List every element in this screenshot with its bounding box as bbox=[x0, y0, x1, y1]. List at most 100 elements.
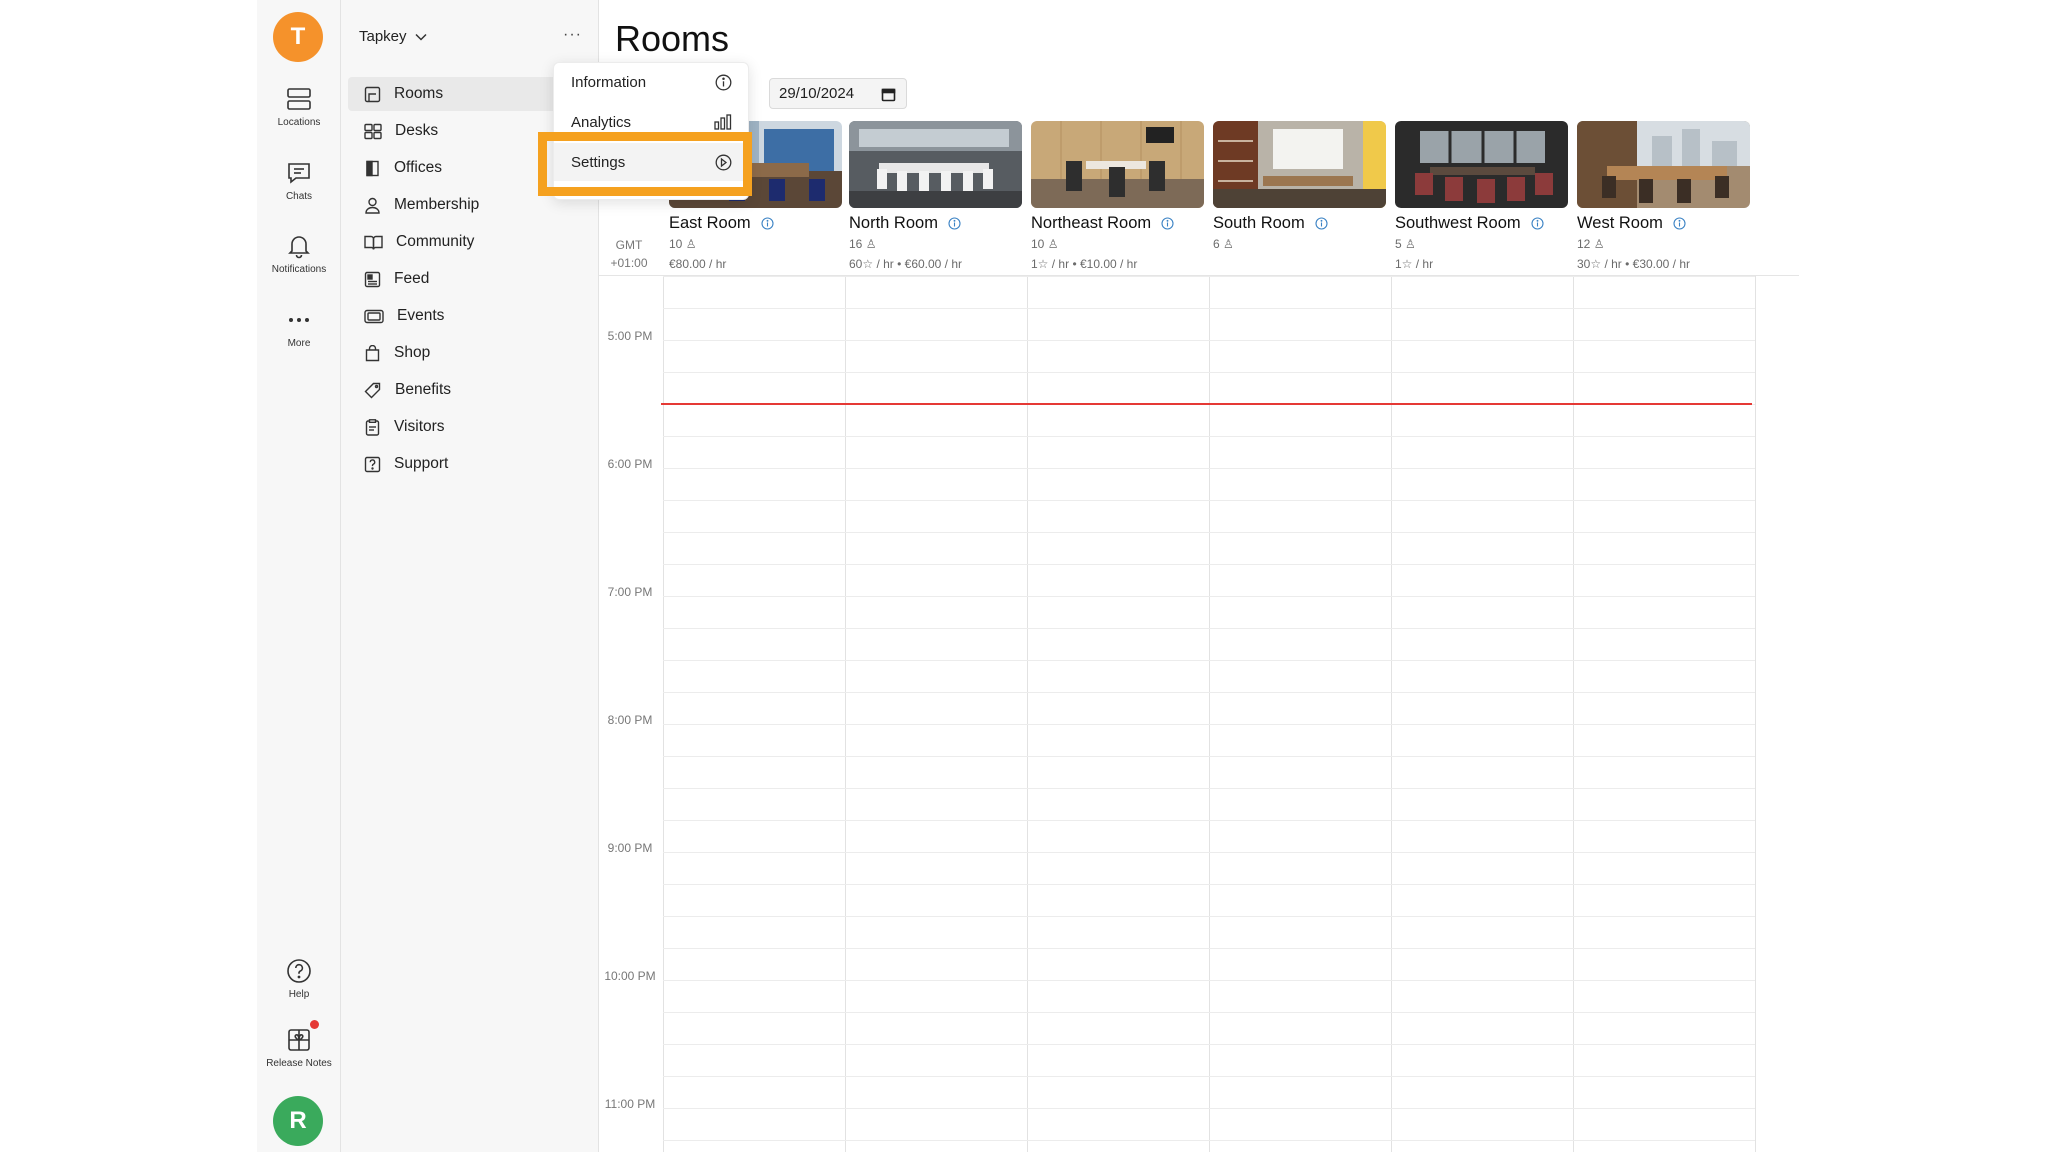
clipboard-icon bbox=[365, 418, 380, 436]
support-icon bbox=[364, 456, 381, 472]
workspace-name: Tapkey bbox=[359, 28, 407, 45]
room-price: 1☆ / hr bbox=[1395, 257, 1434, 271]
workspace-more-button[interactable]: ··· bbox=[563, 26, 582, 44]
rail-label: Locations bbox=[277, 117, 321, 128]
help-icon bbox=[287, 959, 311, 983]
nav-label: Rooms bbox=[394, 85, 444, 102]
room-photo[interactable] bbox=[1031, 121, 1204, 208]
time-label: 5:00 PM bbox=[607, 329, 653, 343]
room-price: 1☆ / hr • €10.00 / hr bbox=[1031, 257, 1138, 271]
room-name: South Room bbox=[1213, 214, 1305, 232]
locations-icon bbox=[287, 88, 311, 110]
time-label: 10:00 PM bbox=[604, 969, 656, 983]
nav-label: Events bbox=[397, 307, 445, 324]
nav-label: Community bbox=[396, 233, 475, 250]
room-photo[interactable] bbox=[1395, 121, 1568, 208]
person-icon bbox=[365, 197, 380, 214]
room-name: North Room bbox=[849, 214, 938, 232]
rail-label: Chats bbox=[285, 191, 313, 202]
nav-item-feed[interactable]: Feed bbox=[348, 262, 590, 296]
date-value: 29/10/2024 bbox=[779, 85, 855, 102]
ticket-icon bbox=[364, 309, 384, 323]
room-name: East Room bbox=[669, 214, 751, 232]
nav-label: Feed bbox=[394, 270, 430, 287]
room-name: West Room bbox=[1577, 214, 1663, 232]
person-icon: ♙ bbox=[865, 237, 877, 251]
calendar-grid[interactable]: 5:00 PM 6:00 PM 7:00 PM 8:00 PM 9:00 PM … bbox=[599, 275, 1799, 1152]
info-icon bbox=[715, 74, 732, 90]
chat-icon bbox=[288, 163, 310, 184]
room-capacity: 10 bbox=[1031, 237, 1045, 251]
release-notes-badge bbox=[310, 1020, 319, 1029]
room-column-northeast[interactable]: Northeast Room 10 ♙ 1☆ / hr • €10.00 / h… bbox=[1031, 121, 1206, 273]
workspace-switcher[interactable]: Tapkey bbox=[359, 28, 427, 45]
room-column-north[interactable]: North Room 16 ♙ 60☆ / hr • €60.00 / hr bbox=[849, 121, 1024, 273]
nav-item-shop[interactable]: Shop bbox=[348, 336, 590, 370]
room-price: €80.00 / hr bbox=[669, 257, 727, 271]
workspace-avatar[interactable]: T bbox=[273, 12, 323, 62]
room-photo[interactable] bbox=[849, 121, 1022, 208]
info-icon[interactable] bbox=[761, 217, 774, 230]
nav-item-community[interactable]: Community bbox=[348, 225, 590, 259]
nav-label: Shop bbox=[394, 344, 431, 361]
nav-item-benefits[interactable]: Benefits bbox=[348, 373, 590, 407]
timezone-label: GMT +01:00 bbox=[604, 236, 654, 272]
door-icon bbox=[366, 160, 379, 176]
timezone-name: GMT bbox=[615, 238, 643, 252]
info-icon[interactable] bbox=[948, 217, 961, 230]
nav-item-events[interactable]: Events bbox=[348, 299, 590, 333]
rail-item-release-notes[interactable]: Release Notes bbox=[257, 1027, 341, 1069]
info-icon[interactable] bbox=[1161, 217, 1174, 230]
room-price: 30☆ / hr • €30.00 / hr bbox=[1577, 257, 1691, 271]
rail-label: Release Notes bbox=[266, 1058, 332, 1069]
date-picker[interactable]: 29/10/2024 bbox=[769, 78, 907, 109]
main-content: Rooms 29/10/2024 East Room 10 ♙ €80.00 /… bbox=[599, 0, 2048, 1152]
room-column-west[interactable]: West Room 12 ♙ 30☆ / hr • €30.00 / hr bbox=[1577, 121, 1752, 273]
info-icon[interactable] bbox=[1673, 217, 1686, 230]
room-column-southwest[interactable]: Southwest Room 5 ♙ 1☆ / hr bbox=[1395, 121, 1570, 273]
time-label: 6:00 PM bbox=[607, 457, 653, 471]
person-icon: ♙ bbox=[1593, 237, 1605, 251]
bar-chart-icon bbox=[714, 114, 732, 130]
nav-item-support[interactable]: Support bbox=[348, 447, 590, 481]
room-photo[interactable] bbox=[1577, 121, 1750, 208]
nav-label: Benefits bbox=[395, 381, 452, 398]
tag-icon bbox=[364, 382, 381, 398]
room-photo[interactable] bbox=[1213, 121, 1386, 208]
rail-item-locations[interactable]: Locations bbox=[257, 86, 341, 128]
desks-icon bbox=[364, 123, 382, 139]
menu-item-information[interactable]: Information bbox=[554, 63, 750, 101]
gift-icon bbox=[288, 1029, 310, 1051]
person-icon: ♙ bbox=[1405, 237, 1416, 251]
room-column-south[interactable]: South Room 6 ♙ bbox=[1213, 121, 1388, 256]
nav-item-visitors[interactable]: Visitors bbox=[348, 410, 590, 444]
rail-item-notifications[interactable]: Notifications bbox=[257, 233, 341, 275]
rail-label: More bbox=[287, 338, 311, 349]
rooms-icon bbox=[364, 86, 381, 102]
info-icon[interactable] bbox=[1531, 217, 1544, 230]
time-label: 9:00 PM bbox=[607, 841, 653, 855]
rail-item-more[interactable]: More bbox=[257, 307, 341, 349]
bell-icon bbox=[288, 236, 310, 259]
person-icon: ♙ bbox=[685, 237, 697, 251]
timezone-offset: +01:00 bbox=[610, 256, 648, 270]
info-icon[interactable] bbox=[1315, 217, 1328, 230]
page-title: Rooms bbox=[615, 18, 730, 59]
nav-label: Desks bbox=[395, 122, 439, 139]
room-capacity: 6 bbox=[1213, 237, 1220, 251]
book-icon bbox=[364, 235, 383, 250]
rail-item-help[interactable]: Help bbox=[257, 958, 341, 1000]
calendar-icon[interactable] bbox=[881, 87, 896, 102]
icon-rail: T Locations Chats Notifications More Hel… bbox=[257, 0, 341, 1152]
feed-icon bbox=[364, 271, 381, 287]
person-icon: ♙ bbox=[1047, 237, 1059, 251]
room-capacity: 5 bbox=[1395, 237, 1402, 251]
rail-label: Help bbox=[288, 989, 310, 1000]
room-price: 60☆ / hr • €60.00 / hr bbox=[849, 257, 963, 271]
nav-label: Offices bbox=[394, 159, 442, 176]
time-label: 11:00 PM bbox=[604, 1097, 656, 1111]
nav-label: Visitors bbox=[394, 418, 445, 435]
rail-item-chats[interactable]: Chats bbox=[257, 160, 341, 202]
time-label: 7:00 PM bbox=[607, 585, 653, 599]
user-avatar[interactable]: R bbox=[273, 1096, 323, 1146]
